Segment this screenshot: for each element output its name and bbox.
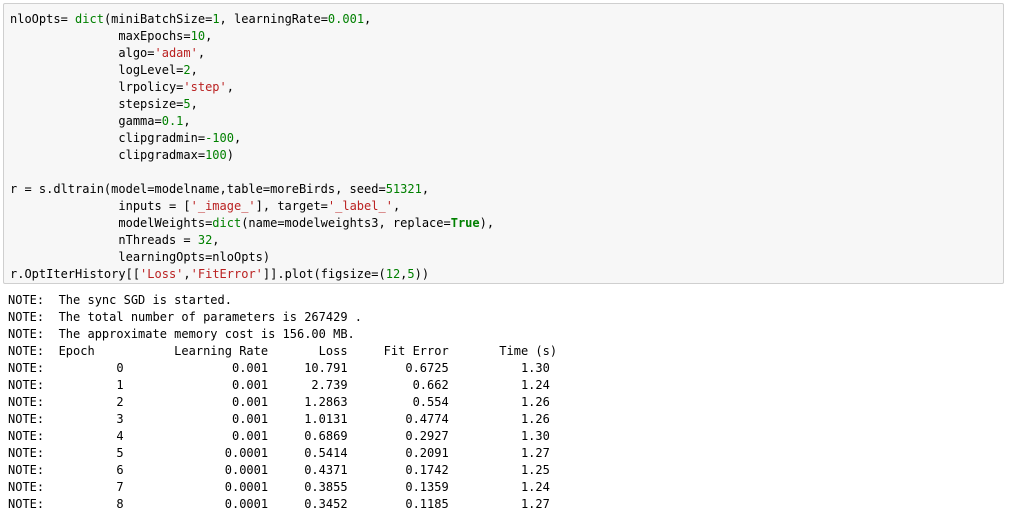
code-cell[interactable]: nloOpts= dict(miniBatchSize=1, learningR… xyxy=(3,3,1004,284)
code-token: 'step' xyxy=(183,80,227,94)
code-token: , learningRate= xyxy=(219,12,328,26)
code-token: 1 xyxy=(212,12,220,26)
output-line: NOTE: Epoch Learning Rate Loss Fit Error… xyxy=(8,344,558,358)
code-token: , xyxy=(190,63,198,77)
code-token: , xyxy=(205,29,213,43)
code-token: 5 xyxy=(183,97,191,111)
output-line: NOTE: 0 0.001 10.791 0.6725 1.30 xyxy=(8,361,550,375)
code-token: , xyxy=(183,267,191,281)
output-line: NOTE: The total number of parameters is … xyxy=(8,310,363,324)
code-token: stepsize= xyxy=(10,97,184,111)
code-token: 32 xyxy=(197,233,213,247)
output-line: NOTE: 4 0.001 0.6869 0.2927 1.30 xyxy=(8,429,550,443)
code-token: , xyxy=(183,114,191,128)
code-token: 51321 xyxy=(385,182,422,196)
code-token: modelWeights= xyxy=(10,216,213,230)
code-token: (miniBatchSize= xyxy=(103,12,213,26)
code-line: maxEpochs=10, xyxy=(10,28,494,45)
code-line: clipgradmin=-100, xyxy=(10,130,494,147)
code-token: nloOpts= xyxy=(10,12,76,26)
code-token: clipgradmax= xyxy=(10,148,206,162)
code-token: learningOpts=nloOpts) xyxy=(10,250,271,264)
code-line: gamma=0.1, xyxy=(10,113,494,130)
code-token: 10 xyxy=(190,29,206,43)
code-token: dict xyxy=(212,216,242,230)
code-token: ], target= xyxy=(255,199,328,213)
code-token: , xyxy=(190,97,198,111)
code-token: )) xyxy=(414,267,430,281)
cell-output: NOTE: The sync SGD is started. NOTE: The … xyxy=(8,292,557,513)
output-line: NOTE: 2 0.001 1.2863 0.554 1.26 xyxy=(8,395,550,409)
code-line: logLevel=2, xyxy=(10,62,494,79)
code-token: dict xyxy=(75,12,104,26)
code-line: lrpolicy='step', xyxy=(10,79,494,96)
code-token: '_image_' xyxy=(190,199,256,213)
code-token: ), xyxy=(479,216,495,230)
code-token: 2 xyxy=(183,63,191,77)
code-token: r = s.dltrain(model=modelname,table=more… xyxy=(10,182,386,196)
code-line: r = s.dltrain(model=modelname,table=more… xyxy=(10,181,494,198)
code-line: nloOpts= dict(miniBatchSize=1, learningR… xyxy=(10,11,494,28)
code-token: 'Loss' xyxy=(140,267,184,281)
code-token: ]].plot(figsize=( xyxy=(262,267,386,281)
output-line: NOTE: 6 0.0001 0.4371 0.1742 1.25 xyxy=(8,463,550,477)
code-token: 5 xyxy=(407,267,415,281)
code-token: 'adam' xyxy=(154,46,198,60)
code-line: nThreads = 32, xyxy=(10,232,494,249)
output-line: NOTE: 8 0.0001 0.3452 0.1185 1.27 xyxy=(8,497,550,511)
code-token: ) xyxy=(226,148,234,162)
code-token: clipgradmin= xyxy=(10,131,206,145)
code-token: nThreads = xyxy=(10,233,198,247)
code-token: , xyxy=(226,80,234,94)
code-line: learningOpts=nloOpts) xyxy=(10,249,494,266)
output-line: NOTE: 3 0.001 1.0131 0.4774 1.26 xyxy=(8,412,550,426)
code-token: maxEpochs= xyxy=(10,29,191,43)
code-line: modelWeights=dict(name=modelweights3, re… xyxy=(10,215,494,232)
code-token: logLevel= xyxy=(10,63,184,77)
code-line: algo='adam', xyxy=(10,45,494,62)
code-token: -100 xyxy=(205,131,234,145)
code-token: 0.001 xyxy=(327,12,365,26)
code-token: 100 xyxy=(205,148,227,162)
code-token: 12 xyxy=(385,267,401,281)
output-line: NOTE: The sync SGD is started. xyxy=(8,293,232,307)
code-token: 0.1 xyxy=(161,114,184,128)
code-token: r.OptIterHistory[[ xyxy=(10,267,141,281)
code-token: inputs = [ xyxy=(10,199,191,213)
code-line: clipgradmax=100) xyxy=(10,147,494,164)
output-line: NOTE: The approximate memory cost is 156… xyxy=(8,327,355,341)
code-token: , xyxy=(233,131,242,145)
code-token: 'FitError' xyxy=(190,267,263,281)
code-token: , xyxy=(212,233,220,247)
output-line: NOTE: 1 0.001 2.739 0.662 1.24 xyxy=(8,378,550,392)
code-token: , xyxy=(364,12,372,26)
code-token: True xyxy=(450,216,480,230)
code-token: lrpolicy= xyxy=(10,80,184,94)
output-line: NOTE: 5 0.0001 0.5414 0.2091 1.27 xyxy=(8,446,550,460)
code-token: '_label_' xyxy=(327,199,393,213)
code-line: r.OptIterHistory[['Loss','FitError']].pl… xyxy=(10,266,494,283)
code-token: , xyxy=(421,182,430,196)
code-token: , xyxy=(197,46,206,60)
code-editor[interactable]: nloOpts= dict(miniBatchSize=1, learningR… xyxy=(10,11,494,283)
code-token: , xyxy=(392,199,401,213)
output-line: NOTE: 7 0.0001 0.3855 0.1359 1.24 xyxy=(8,480,550,494)
code-token: gamma= xyxy=(10,114,162,128)
code-token: (name=modelweights3, replace= xyxy=(241,216,451,230)
code-line: stepsize=5, xyxy=(10,96,494,113)
code-line: inputs = ['_image_'], target='_label_', xyxy=(10,198,494,215)
code-token: algo= xyxy=(10,46,155,60)
